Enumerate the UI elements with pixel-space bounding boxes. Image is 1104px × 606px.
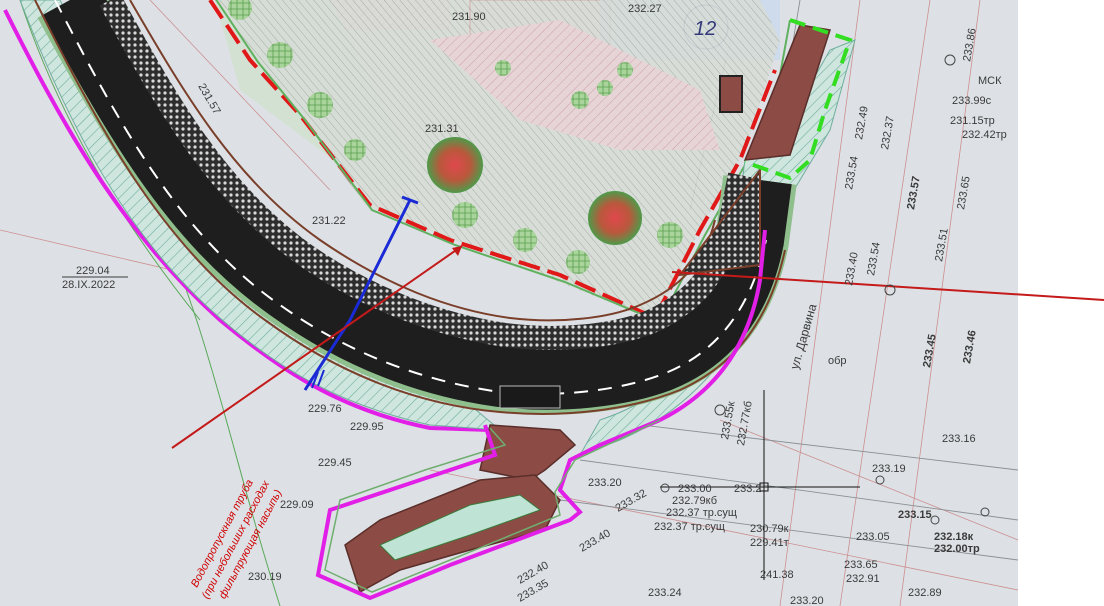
elev-l13: 230.19 — [248, 571, 282, 583]
elev-l20: 230.79к — [750, 523, 789, 535]
elev-l12: 229.09 — [280, 499, 314, 511]
elev-l18: 232.37 тр.сущ — [666, 507, 737, 519]
elev-l38: 233.15 — [898, 509, 932, 521]
elev-l22: 241.38 — [760, 569, 794, 581]
elev-l10: 229.95 — [350, 421, 384, 433]
crosswalk — [499, 385, 561, 409]
building-number: 12 — [694, 18, 716, 40]
elev-l17: 232.79кб — [672, 495, 717, 507]
elev-l43: 232.91 — [846, 573, 880, 585]
elev-l1: 231.90 — [452, 11, 486, 23]
elev-l7: 229.04 — [76, 265, 110, 277]
label-msk: МСК — [978, 75, 1002, 87]
elev-l41: 233.05 — [856, 531, 890, 543]
elev-l36: 233.16 — [942, 433, 976, 445]
elev-l9: 229.76 — [308, 403, 342, 415]
elev-l16: 233.00 — [678, 483, 712, 495]
site-plan-drawing: 231.90 232.27 12 231.57 231.31 231.22 22… — [0, 0, 1104, 606]
elev-l21: 229.41т — [750, 537, 789, 549]
elev-l39: 232.18к — [934, 531, 974, 543]
elev-l37: 233.19 — [872, 463, 906, 475]
elev-l14: 233.20 — [588, 477, 622, 489]
elev-l40: 232.00тр — [934, 543, 980, 555]
elev-l42: 233.65 — [844, 559, 878, 571]
parking-structure — [719, 75, 743, 113]
label-obr: обр — [828, 355, 847, 367]
elev-l2: 232.27 — [628, 3, 662, 15]
elev-l11: 229.45 — [318, 457, 352, 469]
elev-l19: 232.37 тр.сущ — [654, 521, 725, 533]
elev-l44: 232.89 — [908, 587, 942, 599]
right-margin — [1018, 0, 1104, 606]
elev-l29: 231.15тр — [950, 115, 995, 127]
elev-l30: 232.42тр — [962, 129, 1007, 141]
elev-l28: 233.99с — [952, 95, 992, 107]
elev-l26: 233.24 — [648, 587, 682, 599]
elev-l5: 231.31 — [425, 123, 459, 135]
elev-l8: 28.IX.2022 — [62, 279, 115, 291]
elev-l27: 233.20 — [790, 595, 824, 606]
elev-l55: 233.2 — [734, 483, 762, 495]
elev-l6: 231.22 — [312, 215, 346, 227]
